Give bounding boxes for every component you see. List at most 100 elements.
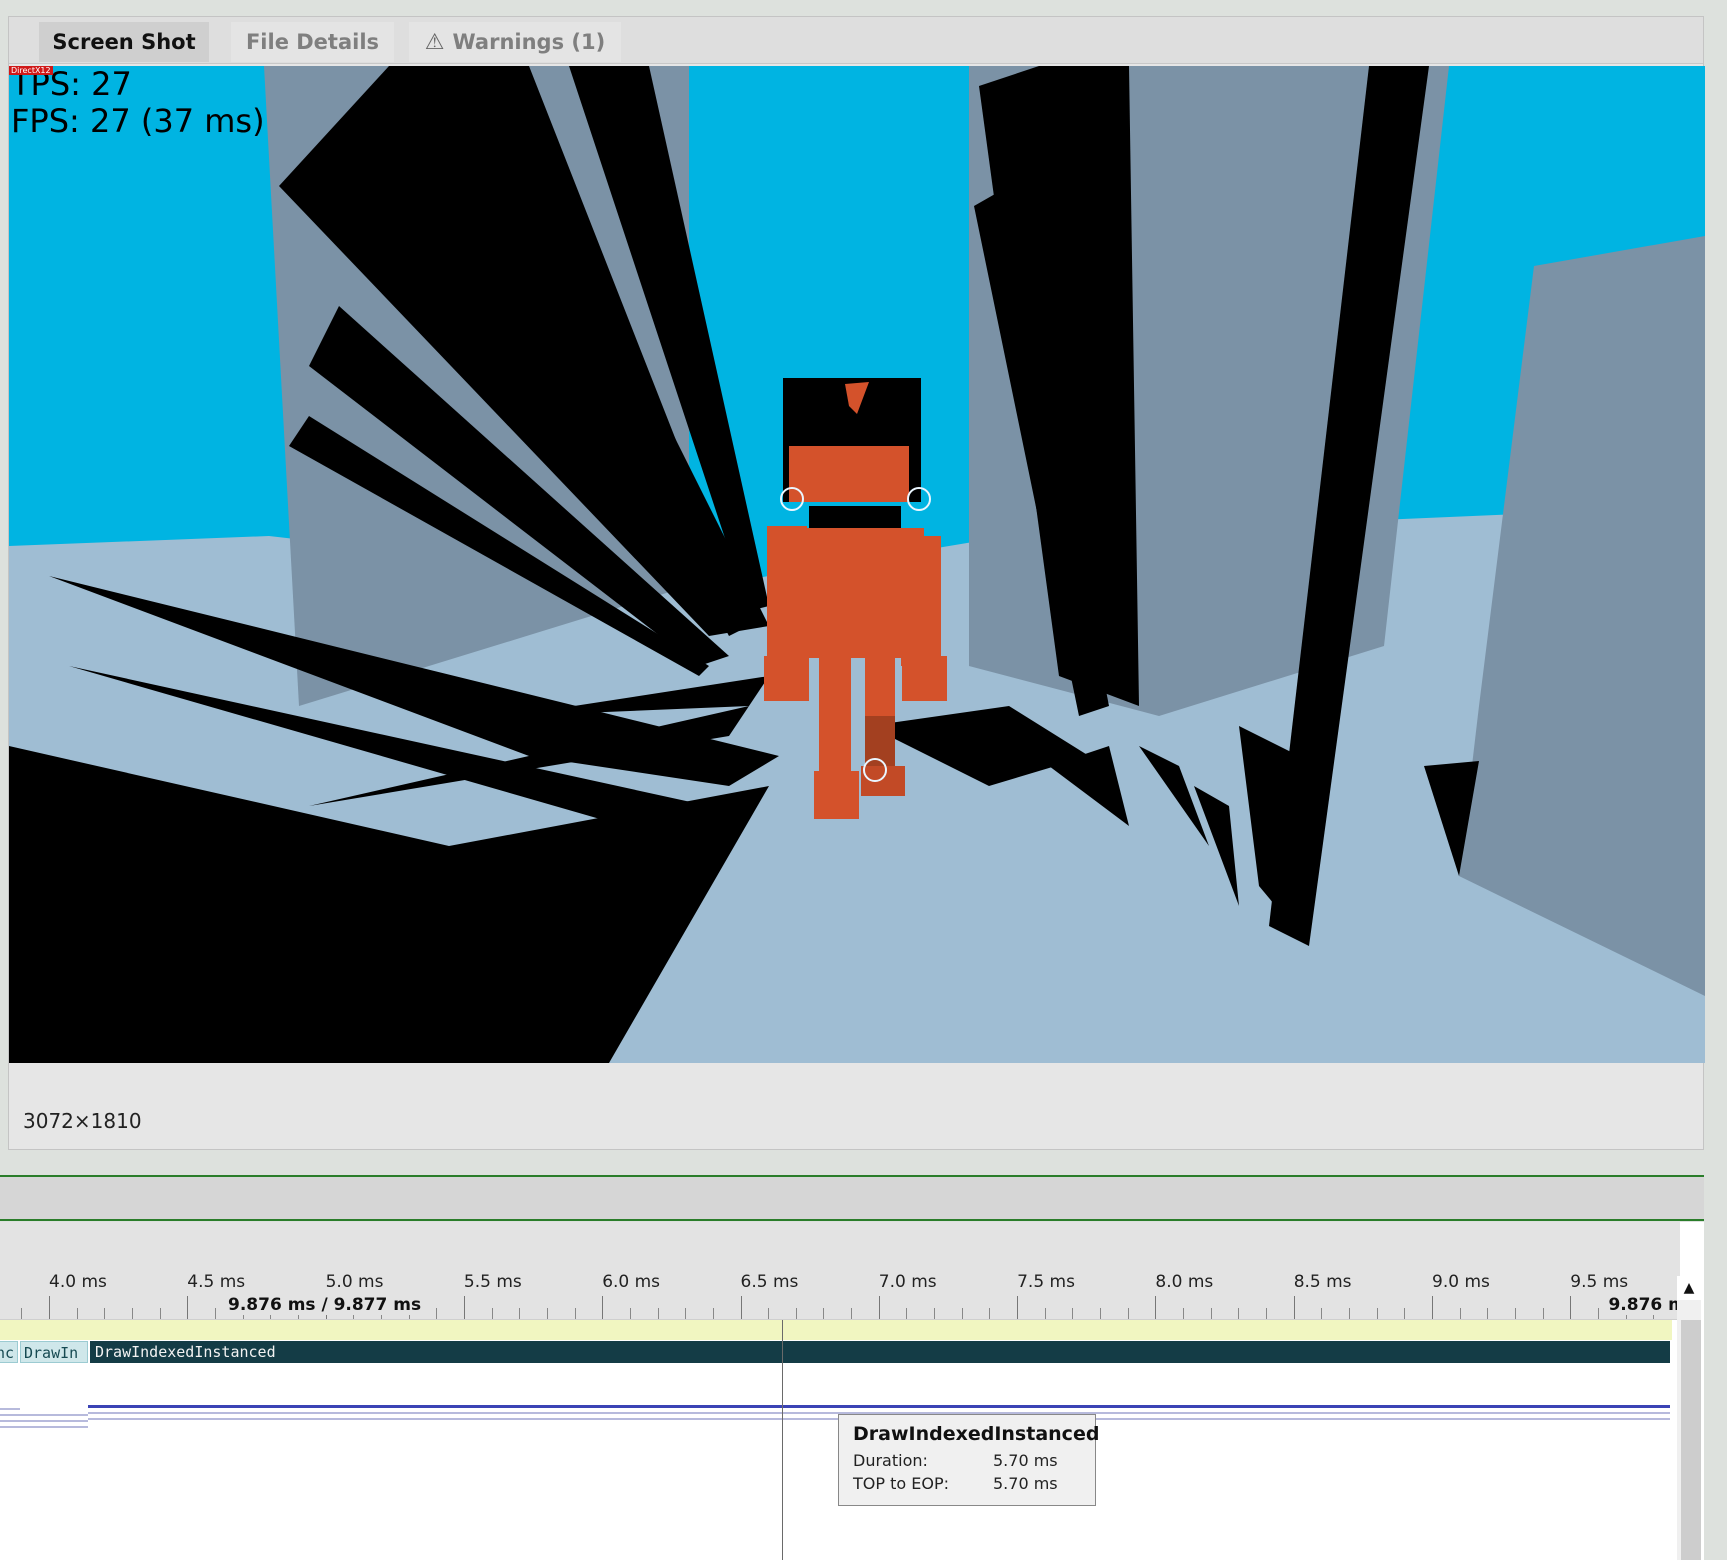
warning-triangle-icon: ⚠	[424, 29, 445, 55]
tooltip-duration-label: Duration:	[853, 1451, 928, 1470]
cursor-time-readout: 9.876 ms / 9.877 ms	[226, 1295, 424, 1315]
tick-major	[187, 1296, 189, 1319]
tick-minor	[1072, 1308, 1074, 1319]
tick-minor	[1238, 1308, 1240, 1319]
tick-label: 8.0 ms	[1155, 1272, 1214, 1292]
scroll-thumb[interactable]	[1681, 1320, 1701, 1560]
tooltip-title: DrawIndexedInstanced	[853, 1423, 1100, 1445]
vertical-scrollbar[interactable]: ▲	[1677, 1276, 1701, 1560]
tick-minor	[989, 1308, 991, 1319]
tick-label: 7.5 ms	[1017, 1272, 1075, 1292]
tick-minor	[1100, 1308, 1102, 1319]
event-bar[interactable]: nc	[0, 1341, 18, 1363]
tick-minor	[1459, 1308, 1461, 1319]
timeline-panel[interactable]: 4.0 ms 4.5 ms 5.0 ms 5.5 ms 6.0 ms 6.5 ms 7.0 …	[0, 1222, 1704, 1560]
tick-minor	[906, 1308, 908, 1319]
tooltip-top-eop-value: 5.70 ms	[993, 1474, 1058, 1493]
tick-major	[463, 1296, 465, 1319]
track-line	[0, 1414, 88, 1416]
tick-major	[1293, 1296, 1295, 1319]
api-badge: DirectX12	[9, 66, 53, 75]
scene-render	[9, 66, 1705, 1063]
tick-label: 4.0 ms	[49, 1272, 107, 1292]
tick-minor	[1321, 1308, 1323, 1319]
scroll-up-button[interactable]: ▲	[1677, 1276, 1701, 1300]
tick-minor	[574, 1308, 576, 1319]
tab-label: Warnings (1)	[452, 30, 606, 54]
tick-minor	[1044, 1308, 1046, 1319]
tick-major	[878, 1296, 880, 1319]
track-line	[0, 1408, 20, 1410]
tick-label: 7.0 ms	[878, 1272, 937, 1292]
tick-minor	[851, 1308, 853, 1319]
event-bar-draw-indexed-instanced[interactable]: DrawIndexedInstanced	[90, 1341, 1670, 1363]
tick-minor	[1127, 1308, 1129, 1319]
tick-minor	[76, 1308, 78, 1319]
tick-minor	[104, 1308, 106, 1319]
tick-minor	[519, 1308, 521, 1319]
tick-label: 6.5 ms	[740, 1272, 799, 1292]
tick-minor	[657, 1308, 659, 1319]
tick-minor	[768, 1308, 770, 1319]
tick-minor	[795, 1308, 797, 1319]
tab-warnings[interactable]: ⚠ Warnings (1)	[409, 22, 621, 62]
tab-label: File Details	[245, 30, 380, 54]
tick-minor	[629, 1308, 631, 1319]
arrow-up-icon: ▲	[1683, 1280, 1695, 1296]
tick-label: 8.5 ms	[1293, 1272, 1352, 1292]
tooltip-top-eop-label: TOP to EOP:	[853, 1474, 949, 1493]
tab-label: Screen Shot	[52, 30, 196, 54]
tick-minor	[491, 1308, 493, 1319]
time-cursor	[782, 1320, 783, 1560]
tick-minor	[1404, 1308, 1406, 1319]
tick-minor	[436, 1308, 438, 1319]
event-tooltip: DrawIndexedInstanced Duration: 5.70 ms T…	[838, 1414, 1100, 1506]
tick-minor	[685, 1308, 687, 1319]
tick-label: 6.0 ms	[602, 1272, 661, 1292]
tick-minor	[1376, 1308, 1378, 1319]
tick-minor	[214, 1308, 216, 1319]
fps-readout: FPS: 27 (37 ms)	[11, 102, 265, 140]
tab-screen-shot[interactable]: Screen Shot	[39, 22, 209, 62]
tick-label: 5.0 ms	[325, 1272, 384, 1292]
screenshot-panel: Screen Shot File Details ⚠ Warnings (1)	[8, 16, 1705, 1150]
tick-minor	[961, 1308, 963, 1319]
tooltip-duration-value: 5.70 ms	[993, 1451, 1058, 1470]
tick-minor	[1487, 1308, 1489, 1319]
track-line	[0, 1420, 88, 1422]
tick-major	[1155, 1296, 1157, 1319]
event-bar-drawin[interactable]: DrawIn	[20, 1341, 88, 1363]
tick-major	[740, 1296, 742, 1319]
tick-minor	[21, 1308, 23, 1319]
queue-lane	[0, 1320, 1672, 1340]
tick-label: 4.5 ms	[187, 1272, 246, 1292]
resolution-label: 3072×1810	[23, 1109, 142, 1133]
tick-label: 5.5 ms	[463, 1272, 522, 1292]
perf-overlay: TPS: 27 FPS: 27 (37 ms)	[9, 66, 265, 140]
track-line	[0, 1426, 88, 1428]
tick-minor	[1183, 1308, 1185, 1319]
tick-major	[602, 1296, 604, 1319]
track-line-primary	[88, 1405, 1670, 1408]
tick-major	[1017, 1296, 1019, 1319]
tick-minor	[1349, 1308, 1351, 1319]
tick-major	[49, 1296, 50, 1319]
tick-minor	[823, 1308, 825, 1319]
tab-file-details[interactable]: File Details	[231, 22, 394, 62]
tick-minor	[1266, 1308, 1268, 1319]
tick-minor	[131, 1308, 133, 1319]
tick-minor	[1542, 1308, 1544, 1319]
tick-major	[1432, 1296, 1433, 1319]
tick-label: 9.0 ms	[1432, 1272, 1490, 1292]
tick-minor	[712, 1308, 714, 1319]
tab-bar: Screen Shot File Details ⚠ Warnings (1)	[9, 17, 1703, 64]
tick-minor	[1210, 1308, 1212, 1319]
tick-major	[1570, 1296, 1572, 1319]
tick-label: 9.5 ms	[1570, 1272, 1629, 1292]
tick-minor	[159, 1308, 161, 1319]
timeline-header	[0, 1175, 1704, 1221]
game-screenshot: DirectX12 TPS: 27 FPS: 27 (37 ms)	[9, 66, 1705, 1063]
tick-minor	[546, 1308, 548, 1319]
tick-minor	[1597, 1308, 1599, 1319]
tick-minor	[934, 1308, 936, 1319]
